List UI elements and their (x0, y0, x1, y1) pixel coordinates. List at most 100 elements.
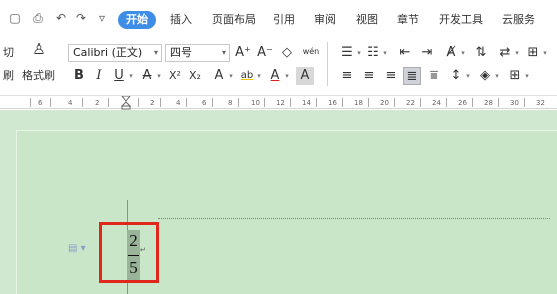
highlight-button[interactable]: ab (238, 67, 256, 85)
decrease-indent-icon[interactable]: ⇤ (396, 44, 414, 62)
format-painter-short-label: 刷 (3, 69, 14, 82)
ruler-label: 12 (276, 99, 285, 107)
ruler-label: 22 (406, 99, 415, 107)
increase-indent-icon[interactable]: ⇥ (418, 44, 436, 62)
tab-cloud-service[interactable]: 云服务 (502, 11, 535, 29)
chevron-down-icon[interactable]: ▾ (541, 44, 549, 62)
chevron-down-icon[interactable]: ▾ (127, 67, 135, 85)
ruler-division (50, 98, 51, 107)
ruler-label: 20 (380, 99, 389, 107)
tab-references[interactable]: 引用 (273, 11, 295, 29)
ruler-division (186, 98, 187, 107)
indent-marker[interactable] (121, 96, 131, 110)
document-page[interactable] (16, 130, 557, 294)
ruler-division (420, 98, 421, 107)
undo-icon[interactable]: ↶ (54, 11, 68, 25)
chevron-down-icon[interactable]: ▾ (513, 44, 521, 62)
ruler-division (264, 98, 265, 107)
text-effect-button[interactable]: A (210, 67, 228, 85)
chinese-layout-icon[interactable]: Ⱥ (442, 44, 460, 62)
table-style-icon[interactable]: ⊞ (524, 44, 542, 62)
print-icon[interactable]: ⎙ (31, 11, 45, 25)
shrink-font-button[interactable]: A⁻ (256, 44, 274, 62)
borders-icon[interactable]: ⊞ (506, 67, 524, 85)
ruler-label: 4 (176, 99, 181, 107)
cut-button[interactable]: 切 (3, 46, 14, 60)
document-area[interactable] (0, 110, 557, 294)
format-painter-icon[interactable]: ♙ (30, 40, 48, 58)
ruler-label: 2 (150, 99, 155, 107)
wps-writer-window: ▢ ⎙ ↶ ↷ ▿ 开始 插入 页面布局 引用 审阅 视图 章节 开发工具 云服… (0, 0, 557, 294)
ruler-label: 6 (202, 99, 207, 107)
font-color-button[interactable]: A (266, 67, 284, 85)
chevron-down-icon: ▾ (153, 48, 158, 57)
tab-chapter[interactable]: 章节 (397, 11, 419, 29)
ruler-label: 32 (536, 99, 545, 107)
clear-format-button[interactable]: ◇ (278, 44, 296, 62)
highlight-annotation-box (99, 222, 159, 283)
font-size-select[interactable]: 四号 ▾ (165, 44, 230, 62)
subscript-button[interactable]: X₂ (186, 67, 204, 85)
align-center-icon[interactable]: ≡ (360, 67, 378, 85)
ruler-division (368, 98, 369, 107)
align-left-icon[interactable]: ≡ (338, 67, 356, 85)
chevron-down-icon[interactable]: ▾ (459, 44, 467, 62)
chevron-down-icon[interactable]: ▾ (355, 44, 363, 62)
ruler-label: 18 (354, 99, 363, 107)
justify-icon[interactable]: ≣ (403, 67, 421, 85)
paragraph-options-icon[interactable]: ▤ ▾ (68, 242, 88, 256)
chevron-down-icon[interactable]: ▾ (255, 67, 263, 85)
ruler-label: 6 (38, 99, 43, 107)
tab-insert[interactable]: 插入 (170, 11, 192, 29)
ruler-label: 4 (68, 99, 73, 107)
tab-review[interactable]: 审阅 (314, 11, 336, 29)
save-icon[interactable]: ▢ (8, 11, 22, 25)
ruler-division (212, 98, 213, 107)
ruler-division (30, 98, 31, 107)
grow-font-button[interactable]: A⁺ (234, 44, 252, 62)
character-shading-button[interactable]: A (296, 67, 314, 85)
sort-icon[interactable]: ⇅ (472, 44, 490, 62)
menu-bar: ▢ ⎙ ↶ ↷ ▿ 开始 插入 页面布局 引用 审阅 视图 章节 开发工具 云服… (0, 8, 557, 30)
numbered-list-icon[interactable]: ☷ (364, 44, 382, 62)
underline-button[interactable]: U (110, 67, 128, 85)
bullet-list-icon[interactable]: ☰ (338, 44, 356, 62)
ruler-label: 14 (302, 99, 311, 107)
tab-view[interactable]: 视图 (356, 11, 378, 29)
ruler-division (342, 98, 343, 107)
chevron-down-icon[interactable]: ▾ (381, 44, 389, 62)
shading-fill-icon[interactable]: ◈ (476, 67, 494, 85)
align-right-icon[interactable]: ≡ (382, 67, 400, 85)
format-painter-button[interactable]: 格式刷 (22, 69, 55, 83)
ruler-label: 10 (251, 99, 260, 107)
bold-button[interactable]: B (70, 67, 88, 85)
ruler-label: 30 (510, 99, 519, 107)
chevron-down-icon[interactable]: ▾ (493, 67, 501, 85)
quick-access-dropdown-icon[interactable]: ▿ (95, 11, 109, 25)
italic-button[interactable]: I (90, 67, 108, 85)
chevron-down-icon[interactable]: ▾ (227, 67, 235, 85)
chevron-down-icon[interactable]: ▾ (523, 67, 531, 85)
ruler-division (238, 98, 239, 107)
redo-icon[interactable]: ↷ (74, 11, 88, 25)
tab-home[interactable]: 开始 (118, 11, 156, 29)
ruler-division (160, 98, 161, 107)
superscript-button[interactable]: X² (166, 67, 184, 85)
ruler-label: 26 (458, 99, 467, 107)
chevron-down-icon[interactable]: ▾ (155, 67, 163, 85)
ruler-label: 28 (484, 99, 493, 107)
tab-developer[interactable]: 开发工具 (439, 11, 483, 29)
phonetic-guide-button[interactable]: wén (302, 43, 320, 61)
ruler-division (394, 98, 395, 107)
distributed-align-icon[interactable]: ⩸ (425, 67, 443, 85)
font-name-select[interactable]: Calibri (正文) ▾ (68, 44, 162, 62)
show-hide-marks-icon[interactable]: ⇄ (496, 44, 514, 62)
tab-page-layout[interactable]: 页面布局 (212, 11, 256, 29)
chevron-down-icon[interactable]: ▾ (283, 67, 291, 85)
horizontal-ruler[interactable]: 6 4 2 2 4 6 8 10 12 14 16 18 20 22 24 26… (0, 95, 557, 110)
chevron-down-icon[interactable]: ▾ (464, 67, 472, 85)
line-spacing-icon[interactable]: ↕ (447, 67, 465, 85)
strikethrough-button[interactable]: A (138, 67, 156, 85)
ruler-division (498, 98, 499, 107)
font-size-value: 四号 (170, 46, 192, 59)
